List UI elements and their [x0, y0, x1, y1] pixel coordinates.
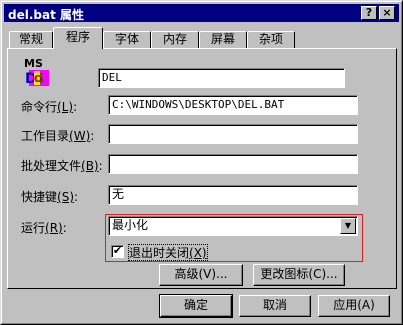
tab-misc[interactable]: 杂项	[247, 31, 295, 48]
properties-dialog: del.bat 属性 ? × 常规 程序 字体 内存 屏幕 杂项 MS D S …	[0, 0, 403, 325]
cmdline-field[interactable]: C:\WINDOWS\DESKTOP\DEL.BAT	[108, 95, 358, 115]
apply-button[interactable]: 应用(A)	[318, 295, 390, 317]
tab-general[interactable]: 常规	[9, 31, 53, 48]
run-label: 运行(R):	[21, 221, 67, 235]
advanced-button[interactable]: 高级(V)...	[159, 264, 243, 286]
tab-screen[interactable]: 屏幕	[199, 31, 247, 48]
shortcut-label: 快捷键(S):	[21, 190, 79, 204]
cmdline-label: 命令行(L):	[21, 100, 78, 114]
chevron-down-icon[interactable]: ▼	[340, 218, 356, 234]
batch-field[interactable]	[108, 154, 358, 174]
close-button[interactable]: ×	[379, 6, 395, 20]
window-title: del.bat 属性	[8, 8, 85, 22]
svg-text:O: O	[34, 74, 43, 85]
program-name-field[interactable]: DEL	[98, 68, 345, 88]
run-select[interactable]: 最小化 ▼	[108, 216, 358, 236]
run-select-value: 最小化	[112, 218, 149, 232]
batch-label: 批处理文件(B):	[21, 159, 103, 173]
msdos-icon: MS D S O	[24, 57, 49, 87]
workdir-field[interactable]	[108, 124, 358, 144]
change-icon-button[interactable]: 更改图标(C)...	[253, 264, 345, 286]
tab-font[interactable]: 字体	[103, 31, 151, 48]
ok-button[interactable]: 确定	[159, 294, 233, 318]
cancel-button[interactable]: 取消	[239, 295, 311, 317]
close-on-exit-label[interactable]: 退出时关闭(X)	[128, 244, 208, 261]
program-panel: MS D S O DEL 命令行(L): C:\WINDOWS\DESKTOP\…	[7, 48, 397, 289]
svg-text:MS: MS	[24, 57, 43, 70]
tab-memory[interactable]: 内存	[151, 31, 199, 48]
help-button[interactable]: ?	[361, 6, 377, 20]
close-on-exit-checkbox[interactable]: ✔	[111, 245, 124, 258]
workdir-label: 工作目录(W):	[21, 129, 95, 143]
title-bar[interactable]: del.bat 属性 ? ×	[4, 4, 399, 22]
tab-program[interactable]: 程序	[53, 27, 103, 49]
shortcut-field[interactable]: 无	[108, 185, 358, 205]
